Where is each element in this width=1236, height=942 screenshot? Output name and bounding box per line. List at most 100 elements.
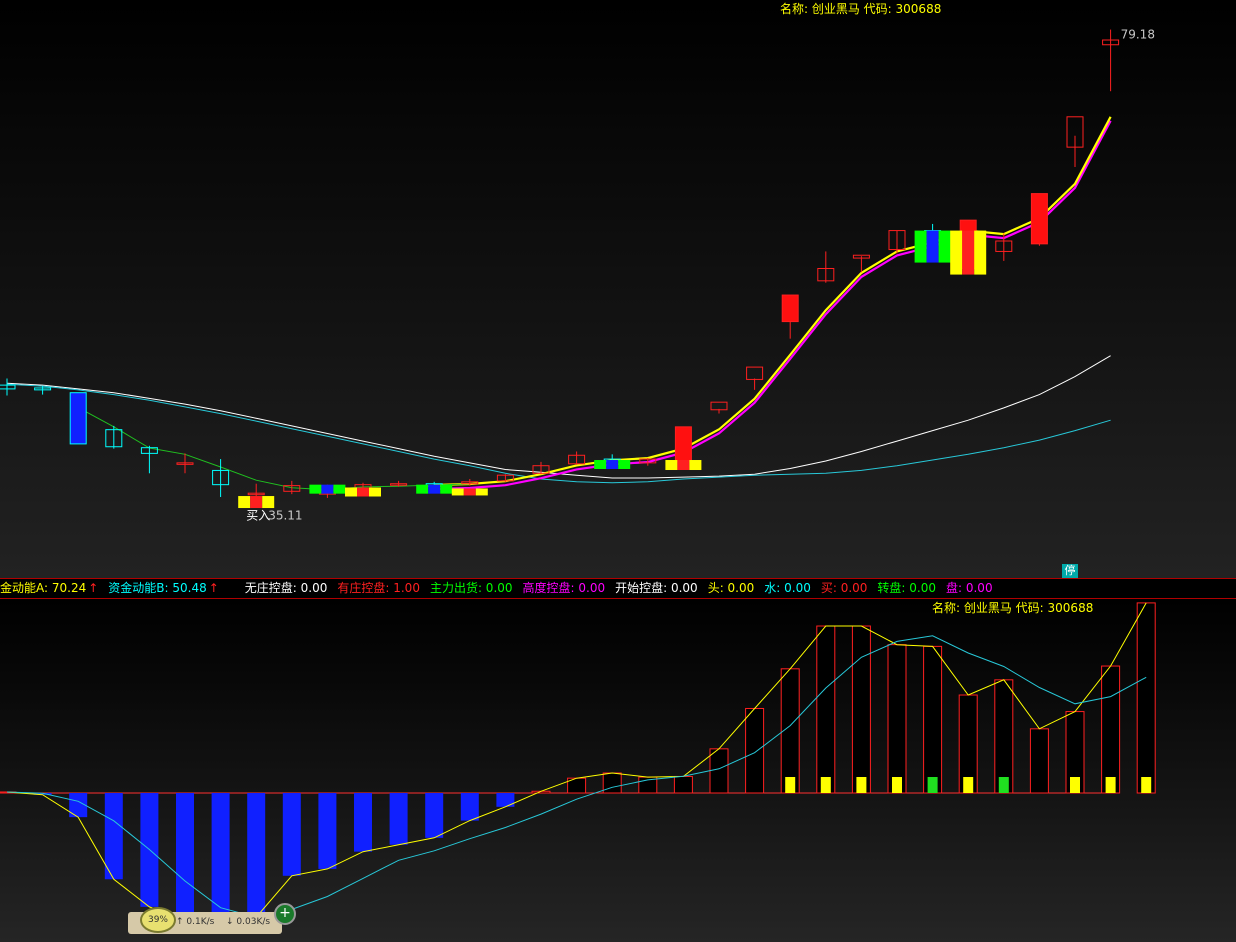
indicator-value: 买: 0.00 <box>820 581 868 595</box>
up-arrow-icon: ↑ <box>208 581 219 595</box>
indicator-value: 有庄控盘: 1.00 <box>337 581 420 595</box>
signal-block <box>594 460 607 470</box>
positive-bar <box>851 625 871 794</box>
signal-block <box>950 230 963 275</box>
signal-bar <box>927 777 938 793</box>
signal-bar <box>820 777 831 793</box>
signal-block <box>689 460 702 471</box>
signal-block <box>333 484 346 494</box>
moving-average-line <box>6 355 1111 479</box>
indicator-value: 开始控盘: 0.00 <box>615 581 698 595</box>
upload-speed: ↑ 0.1K/s <box>176 917 215 927</box>
negative-bar <box>389 793 408 845</box>
candle-body <box>674 426 692 463</box>
positive-bar <box>1029 728 1049 794</box>
signal-block <box>321 484 334 494</box>
negative-bar <box>496 793 515 807</box>
signal-block <box>974 230 987 275</box>
indicator-value: 资金动能B: 50.48 <box>108 581 207 595</box>
download-speed-value: 0.03K/s <box>236 917 271 927</box>
signal-block <box>416 484 429 494</box>
indicator-panel[interactable]: 名称: 创业黑马 代码: 300688 <box>0 599 1236 942</box>
negative-bar <box>425 793 444 838</box>
upload-speed-value: 0.1K/s <box>186 917 215 927</box>
green-trend-line <box>77 407 470 491</box>
candlestick-chart[interactable]: 79.18 买入35.11 <box>0 0 1236 578</box>
negative-bar <box>354 793 372 852</box>
signal-bar <box>998 777 1009 793</box>
buy-signal-label: 买入 <box>246 509 270 523</box>
plus-icon[interactable]: + <box>274 903 296 925</box>
up-arrow-icon: ↑ <box>88 581 99 595</box>
signal-block <box>309 484 322 494</box>
signal-block <box>677 460 690 471</box>
signal-block <box>938 230 951 263</box>
negative-bar <box>176 793 194 921</box>
positive-bar <box>1101 665 1121 794</box>
high-price-label: 79.18 <box>1121 28 1155 42</box>
candle-body <box>710 401 728 411</box>
buy-price-label: 35.11 <box>268 509 302 523</box>
signal-block <box>357 487 369 497</box>
indicator-title: 名称: 创业黑马 代码: 300688 <box>932 601 1094 615</box>
signal-block <box>428 484 441 494</box>
negative-bar <box>247 793 266 918</box>
signal-bar <box>892 777 902 793</box>
signal-bar <box>856 777 867 793</box>
negative-bar <box>318 793 337 869</box>
indicator-value: 金动能A: 70.24 <box>0 581 87 595</box>
download-speed: ↓ 0.03K/s <box>226 917 271 927</box>
negative-bar <box>460 793 479 821</box>
positive-bar <box>923 645 943 794</box>
network-speed-widget[interactable]: 39% ↑ 0.1K/s ↓ 0.03K/s + <box>128 903 296 934</box>
signal-bar <box>1070 777 1080 793</box>
indicator-value: 头: 0.00 <box>707 581 755 595</box>
signal-bar <box>785 777 796 793</box>
positive-bar <box>1136 602 1156 794</box>
indicator-strip: 金动能A: 70.24 ↑ 资金动能B: 50.48 ↑ 无庄控盘: 0.00 有庄控盘:… <box>0 579 1236 598</box>
signal-block <box>369 487 381 497</box>
candlestick-panel[interactable]: 79.18 买入 35.11 名称: 创业黑马 代码: 300688 停 <box>0 0 1236 578</box>
signal-block <box>962 230 975 275</box>
positive-bar <box>745 707 765 794</box>
signal-block <box>618 460 631 470</box>
indicator-value: 高度控盘: 0.00 <box>522 581 606 595</box>
candle-body <box>69 392 87 445</box>
indicator-value: 转盘: 0.00 <box>877 581 936 595</box>
candle-body <box>746 366 764 380</box>
positive-bar <box>709 748 729 794</box>
indicator-value: 主力出货: 0.00 <box>429 581 513 595</box>
positive-bar <box>602 772 622 794</box>
signal-block <box>345 487 357 497</box>
cpu-percent: 39% <box>140 907 176 933</box>
positive-bar <box>816 625 836 794</box>
indicator-value: 盘: 0.00 <box>946 581 993 595</box>
signal-bar <box>1105 777 1116 793</box>
positive-bar <box>994 679 1014 794</box>
chase-line-yellow <box>434 116 1112 487</box>
indicator-value: 无庄控盘: 0.00 <box>244 581 328 595</box>
candle-body <box>1030 193 1048 245</box>
candle-body <box>781 294 799 323</box>
negative-bar <box>104 793 123 880</box>
positive-bar <box>673 775 693 794</box>
stop-badge[interactable]: 停 <box>1062 564 1078 578</box>
signal-block <box>451 488 464 496</box>
moving-average-line <box>6 383 1111 484</box>
signal-block <box>238 496 251 509</box>
signal-bar <box>963 777 974 793</box>
signal-block <box>440 484 453 494</box>
signal-block <box>665 460 678 471</box>
signal-block <box>914 230 927 263</box>
oscillator-chart[interactable] <box>0 599 1236 942</box>
signal-block <box>475 488 488 496</box>
negative-bar <box>282 793 301 876</box>
signal-block <box>463 488 476 496</box>
negative-bar <box>211 793 230 925</box>
signal-block <box>926 230 939 263</box>
positive-bar <box>887 644 907 794</box>
signal-block <box>250 496 263 509</box>
signal-block <box>606 460 619 470</box>
signal-bar <box>1141 777 1152 793</box>
indicator-value: 水: 0.00 <box>764 581 811 595</box>
